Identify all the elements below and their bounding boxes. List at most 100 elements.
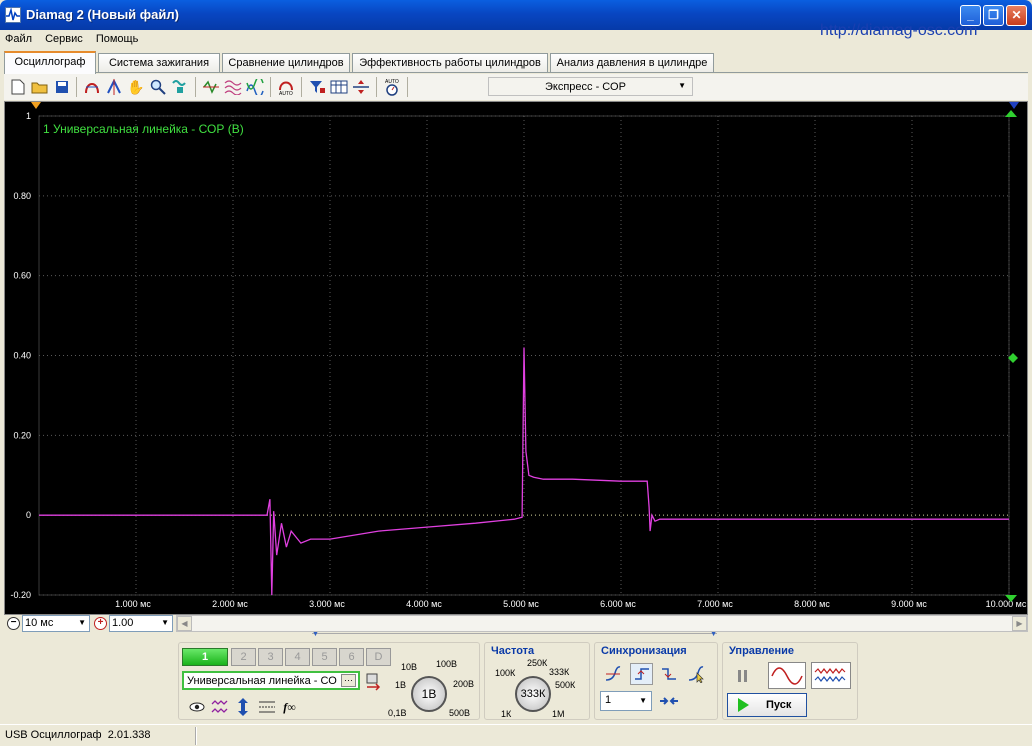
panel-splitter[interactable]: ▼ ▼ (312, 631, 717, 639)
horizontal-scrollbar[interactable]: ◀ ▶ (176, 615, 1028, 632)
device-name: USB Осциллограф (5, 729, 102, 741)
x-tick-label: 4.000 мс (406, 599, 442, 609)
toolbar: ✋ AUTO AUTO Экспресс - СОР ▼ (4, 74, 1028, 100)
sensor-field[interactable]: Универсальная линейка - СО ··· (182, 671, 360, 690)
invert-wave-icon[interactable] (208, 696, 231, 718)
window-title: Diamag 2 (Новый файл) (26, 7, 179, 22)
sync-edge-up-icon[interactable] (630, 663, 653, 685)
preset-value: Экспресс - СОР (545, 81, 626, 93)
oscilloscope-chart[interactable]: 1 0.80 0.60 0.40 0.20 0 -0.20 1.000 мс 2.000 мс 3… (5, 102, 1027, 614)
tab-ignition[interactable]: Система зажигания (98, 53, 220, 73)
math-function-icon[interactable]: f∞ (278, 696, 301, 718)
split-view-icon[interactable] (350, 76, 372, 98)
range-label-10v: 10В (401, 662, 418, 672)
save-icon[interactable] (51, 76, 73, 98)
time-div-select[interactable]: 10 мс ▼ (22, 615, 90, 632)
auto-scale-icon[interactable]: AUTO (275, 76, 297, 98)
channel-marker-icon (1009, 102, 1019, 109)
scroll-right-icon[interactable]: ▶ (1012, 616, 1027, 631)
more-icon[interactable]: ··· (341, 674, 356, 687)
signal-trace (39, 347, 1009, 596)
control-panel: Управление Пуск (722, 642, 858, 720)
open-folder-icon[interactable] (29, 76, 51, 98)
frequency-knob[interactable]: 333К (515, 676, 551, 712)
tab-cylinder-compare[interactable]: Сравнение цилиндров (222, 53, 350, 73)
control-title: Управление (729, 645, 795, 657)
multi-wave-mode-icon[interactable] (811, 662, 851, 689)
run-button[interactable]: Пуск (727, 693, 807, 717)
y-tick-label: 0.80 (13, 191, 31, 201)
freq-label-1k: 1К (501, 709, 512, 719)
zoom-row: − 10 мс ▼ + 1.00 ▼ ◀ ▶ (4, 615, 1028, 633)
play-icon (738, 698, 749, 712)
eye-icon[interactable] (185, 696, 208, 718)
splitter-arrow-icon: ▼ (710, 631, 717, 638)
splitter-arrow-icon: ▼ (312, 631, 319, 638)
measure-tool-icon[interactable] (103, 76, 125, 98)
tab-oscilloscope[interactable]: Осциллограф (4, 51, 96, 74)
restore-button[interactable]: ❐ (983, 5, 1004, 26)
freq-label-500k: 500К (555, 680, 576, 690)
auto-setup-icon[interactable]: AUTO (381, 76, 403, 98)
frequency-title: Частота (491, 645, 535, 657)
sync-marker-icon[interactable] (200, 76, 222, 98)
hand-pan-icon[interactable]: ✋ (125, 76, 147, 98)
x-tick-label: 2.000 мс (212, 599, 248, 609)
y-tick-label: 0 (26, 510, 31, 520)
close-button[interactable]: ✕ (1006, 5, 1027, 26)
filter-wave-icon[interactable] (169, 76, 191, 98)
grid-table-icon[interactable] (328, 76, 350, 98)
sync-center-icon[interactable] (657, 690, 680, 712)
freq-label-100k: 100К (495, 668, 516, 678)
device-status: USB Осциллограф 2.01.338 (5, 729, 151, 741)
menu-help[interactable]: Помощь (91, 30, 144, 48)
channel-1-button[interactable]: 1 (182, 648, 228, 666)
sync-title: Синхронизация (601, 645, 687, 657)
zoom-out-time-icon[interactable]: − (7, 617, 20, 630)
menu-service[interactable]: Сервис (40, 30, 88, 48)
cursor-tool-icon[interactable] (81, 76, 103, 98)
scroll-left-icon[interactable]: ◀ (177, 616, 192, 631)
zero-line-icon[interactable] (255, 696, 278, 718)
channel-4-button[interactable]: 4 (285, 648, 310, 666)
channel-5-button[interactable]: 5 (312, 648, 337, 666)
range-label-100v: 100В (436, 659, 458, 669)
pause-icon[interactable] (729, 663, 757, 688)
preset-dropdown[interactable]: Экспресс - СОР ▼ (488, 77, 693, 96)
chevron-down-icon: ▼ (78, 618, 86, 627)
single-wave-mode-icon[interactable] (768, 662, 806, 689)
new-file-icon[interactable] (7, 76, 29, 98)
sensor-settings-icon[interactable] (361, 671, 384, 693)
y-tick-label: -0.20 (10, 590, 31, 600)
zoom-magnifier-icon[interactable] (147, 76, 169, 98)
app-logo-icon (5, 7, 21, 23)
sync-panel: Синхронизация 1 ▼ (594, 642, 718, 720)
overlay-wave-icon[interactable] (244, 76, 266, 98)
frequency-panel: Частота 250К 100К 333К 500К 1К 1М 333К (484, 642, 590, 720)
chevron-down-icon: ▼ (678, 81, 686, 90)
channel-2-button[interactable]: 2 (231, 648, 256, 666)
chart-title: 1 Универсальная линейка - СОР (В) (43, 122, 244, 136)
freq-label-250k: 250К (527, 658, 548, 668)
channel-filter-icon[interactable] (306, 76, 328, 98)
x-tick-label: 8.000 мс (794, 599, 830, 609)
tab-cylinder-efficiency[interactable]: Эффективность работы цилиндров (352, 53, 548, 73)
multi-wave-icon[interactable] (222, 76, 244, 98)
sensor-value: Универсальная линейка - СО (187, 675, 337, 687)
channel-3-button[interactable]: 3 (258, 648, 283, 666)
channel-d-button[interactable]: D (366, 648, 391, 666)
time-div-value: 10 мс (25, 617, 54, 629)
sync-manual-icon[interactable] (684, 663, 707, 685)
voltage-range-knob[interactable]: 1В (411, 676, 447, 712)
tab-pressure-analysis[interactable]: Анализ давления в цилиндре (550, 53, 714, 73)
sync-edge-down-icon[interactable] (657, 663, 680, 685)
trigger-marker-icon (31, 102, 41, 109)
channel-6-button[interactable]: 6 (339, 648, 364, 666)
sync-rising-icon[interactable] (601, 663, 624, 685)
x-tick-label: 10.000 мс (986, 599, 1027, 609)
zoom-in-gain-icon[interactable]: + (94, 617, 107, 630)
gain-select[interactable]: 1.00 ▼ (109, 615, 173, 632)
sync-channel-select[interactable]: 1 ▼ (600, 691, 652, 711)
menu-file[interactable]: Файл (0, 30, 37, 48)
vertical-offset-icon[interactable] (231, 696, 254, 718)
